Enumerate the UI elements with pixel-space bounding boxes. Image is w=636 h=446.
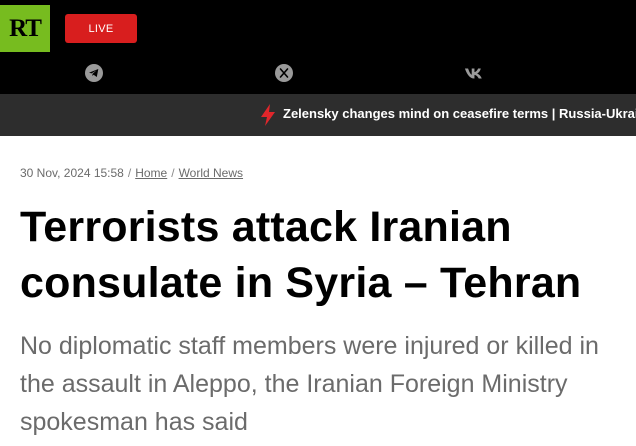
lightning-icon	[260, 104, 276, 126]
publish-date: 30 Nov, 2024 15:58	[20, 166, 124, 180]
live-button[interactable]: LIVE	[65, 14, 137, 43]
logo-text: RT	[9, 14, 42, 42]
telegram-icon[interactable]	[84, 63, 104, 83]
vk-icon[interactable]	[464, 63, 484, 83]
x-icon[interactable]	[274, 63, 294, 83]
breadcrumb-home-link[interactable]: Home	[135, 166, 167, 180]
breadcrumb-separator: /	[171, 166, 175, 180]
top-bar: RT LIVE	[0, 0, 636, 94]
article-meta: 30 Nov, 2024 15:58/Home / World News	[20, 166, 243, 180]
breadcrumb-separator: /	[127, 166, 132, 180]
ticker-headline-link[interactable]: Zelensky changes mind on ceasefire terms…	[283, 106, 636, 121]
rt-logo[interactable]: RT	[0, 5, 50, 52]
article-summary: No diplomatic staff members were injured…	[20, 332, 599, 436]
breadcrumb-world-news-link[interactable]: World News	[179, 166, 243, 180]
article-title: Terrorists attack Iranian consulate in S…	[20, 203, 582, 307]
news-ticker: Zelensky changes mind on ceasefire terms…	[0, 94, 636, 136]
